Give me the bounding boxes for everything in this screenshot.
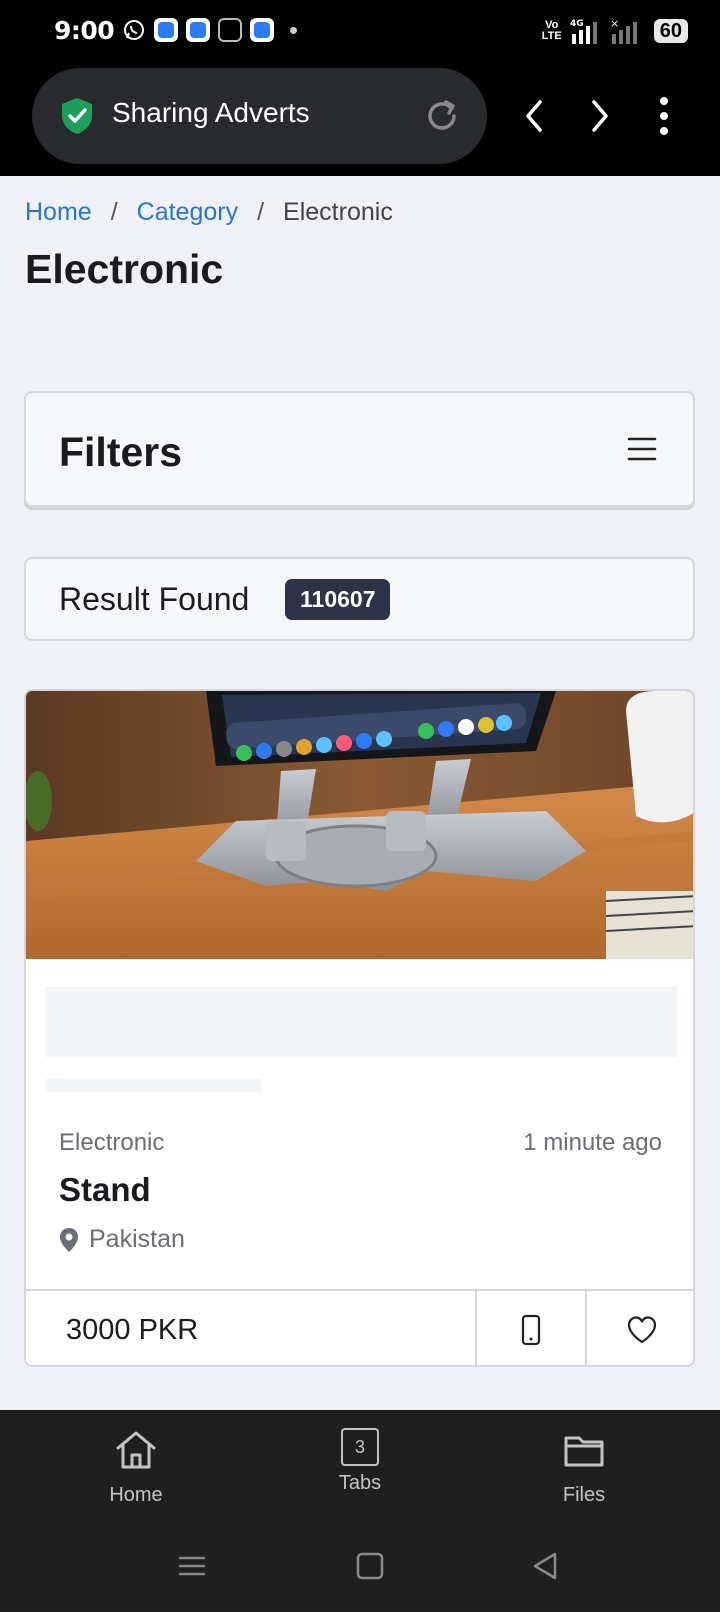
back-triangle-icon bbox=[533, 1552, 557, 1580]
breadcrumb: Home / Category / Electronic bbox=[25, 198, 393, 227]
listing-category: Electronic bbox=[59, 1129, 165, 1156]
app-notification-icon bbox=[250, 18, 274, 42]
breadcrumb-category-link[interactable]: Category bbox=[137, 198, 238, 227]
filters-panel[interactable]: Filters bbox=[24, 391, 695, 507]
listing-title[interactable]: Stand bbox=[59, 1171, 151, 1209]
hamburger-icon[interactable] bbox=[627, 436, 657, 462]
result-count-badge: 110607 bbox=[285, 579, 391, 620]
whatsapp-icon bbox=[124, 20, 144, 40]
listing-price: 3000 PKR bbox=[26, 1291, 477, 1365]
listing-footer: 3000 PKR bbox=[26, 1289, 693, 1365]
loading-placeholder bbox=[45, 1079, 261, 1092]
app-notification-icon bbox=[154, 18, 178, 42]
browser-bottom-bar: Home 3 Tabs Files bbox=[0, 1410, 720, 1612]
status-bar: 9:00 Vo LTE 4G × 60 bbox=[0, 0, 720, 64]
address-bar[interactable]: Sharing Adverts bbox=[32, 68, 487, 164]
mobile-phone-icon bbox=[521, 1314, 541, 1346]
chevron-left-icon[interactable] bbox=[520, 98, 550, 134]
svg-text:×: × bbox=[610, 18, 619, 30]
screenshot-icon bbox=[218, 18, 242, 42]
volte-indicator: Vo LTE bbox=[541, 19, 562, 42]
bottom-nav-tabs[interactable]: 3 Tabs bbox=[290, 1428, 430, 1495]
clock: 9:00 bbox=[54, 16, 115, 45]
listing-time: 1 minute ago bbox=[523, 1129, 662, 1156]
signal-4g-icon: 4G bbox=[570, 19, 597, 44]
breadcrumb-separator: / bbox=[257, 198, 265, 226]
tab-count-icon: 3 bbox=[341, 1428, 379, 1466]
recents-icon bbox=[178, 1556, 206, 1576]
more-vert-icon[interactable] bbox=[654, 96, 674, 136]
bottom-nav-home[interactable]: Home bbox=[66, 1428, 206, 1507]
svg-text:4G: 4G bbox=[570, 19, 584, 29]
app-notification-icon bbox=[186, 18, 210, 42]
loading-placeholder bbox=[45, 987, 677, 1057]
heart-icon bbox=[627, 1316, 657, 1344]
bottom-nav-files[interactable]: Files bbox=[514, 1428, 654, 1507]
breadcrumb-current: Electronic bbox=[283, 198, 393, 226]
breadcrumb-separator: / bbox=[110, 198, 118, 226]
shield-check-icon bbox=[62, 98, 92, 134]
notification-icons bbox=[122, 18, 297, 42]
battery-indicator: 60 bbox=[653, 19, 688, 43]
site-title: Sharing Adverts bbox=[112, 97, 310, 128]
chevron-right-icon[interactable] bbox=[584, 98, 614, 134]
more-notifications-icon bbox=[290, 26, 297, 34]
reload-icon[interactable] bbox=[424, 98, 460, 134]
browser-toolbar: Sharing Adverts bbox=[0, 64, 720, 176]
page-title: Electronic bbox=[25, 246, 224, 292]
folder-icon bbox=[564, 1436, 604, 1467]
call-button[interactable] bbox=[477, 1291, 587, 1365]
result-summary: Result Found 110607 bbox=[24, 557, 695, 641]
system-navigation-bar bbox=[178, 1552, 557, 1580]
listing-location: Pakistan bbox=[59, 1225, 185, 1254]
system-indicators: Vo LTE 4G × 60 bbox=[542, 18, 688, 44]
location-pin-icon bbox=[60, 1227, 78, 1252]
location-label: Pakistan bbox=[89, 1225, 185, 1253]
listing-image[interactable] bbox=[26, 691, 695, 959]
home-icon bbox=[116, 1431, 156, 1469]
filters-title: Filters bbox=[59, 429, 183, 475]
home-square-icon bbox=[356, 1552, 384, 1580]
signal-no-service-icon: × bbox=[610, 18, 637, 44]
favorite-button[interactable] bbox=[587, 1291, 693, 1365]
listing-card[interactable]: Electronic 1 minute ago Stand Pakistan 3… bbox=[24, 689, 695, 1367]
breadcrumb-home-link[interactable]: Home bbox=[25, 198, 92, 227]
result-label: Result Found bbox=[59, 581, 250, 617]
